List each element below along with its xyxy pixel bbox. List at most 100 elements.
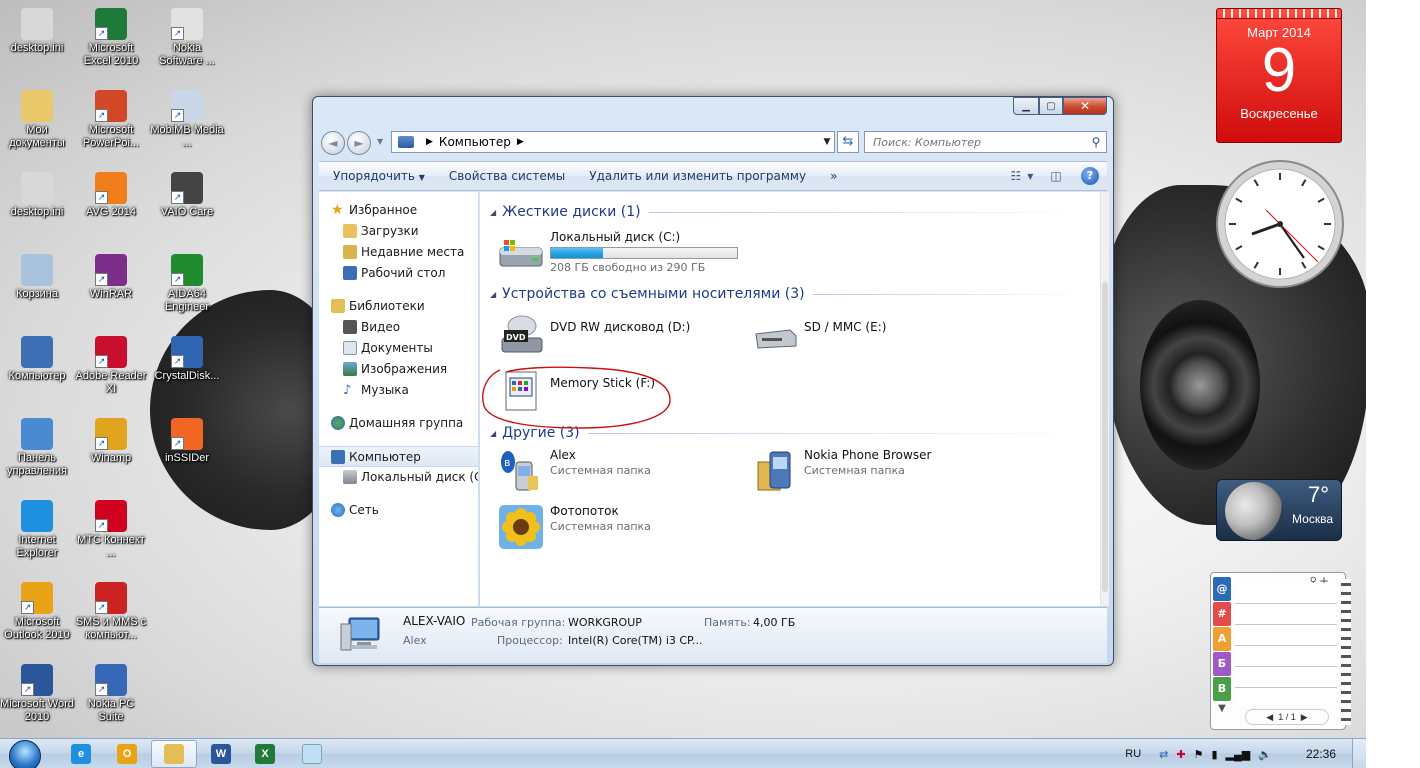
organize-menu[interactable]: Упорядочить ▼ <box>319 169 435 183</box>
desktop-shortcut[interactable]: WinRAR <box>74 254 148 301</box>
mts-connect-icon <box>95 500 127 532</box>
desktop-shortcut[interactable]: SMS и MMS с компьют... <box>74 582 148 642</box>
clock-time[interactable]: 22:36 <box>1306 747 1336 761</box>
close-button[interactable]: ✕ <box>1063 97 1107 115</box>
desktop-shortcut[interactable]: AVG 2014 <box>74 172 148 219</box>
search-input[interactable] <box>873 135 1086 149</box>
nav-images[interactable]: Изображения <box>319 359 478 380</box>
nav-desktop[interactable]: Рабочий стол <box>319 263 478 284</box>
desktop-shortcut[interactable]: Internet Explorer <box>0 500 74 560</box>
photostream-folder[interactable]: Фотопоток Системная папка <box>498 504 738 552</box>
notes-tab-b[interactable]: Б <box>1213 652 1231 676</box>
notes-tab-a[interactable]: А <box>1213 627 1231 651</box>
action-center-flag-icon[interactable]: ⚑ <box>1194 748 1204 761</box>
desktop-shortcut[interactable]: AIDA64 Engineer <box>150 254 224 314</box>
back-button[interactable]: ◄ <box>321 131 345 155</box>
desktop-shortcut[interactable]: МТС Коннект ... <box>74 500 148 560</box>
recent-pages-dropdown[interactable]: ▼ <box>377 137 383 146</box>
volume-icon[interactable]: 🔈 <box>1258 748 1272 761</box>
nav-homegroup[interactable]: Домашняя группа <box>319 413 478 434</box>
notes-pager[interactable]: ◀ 1 / 1 ▶ <box>1245 709 1329 725</box>
desktop-shortcut[interactable]: Мои документы <box>0 90 74 150</box>
address-bar[interactable]: ▶ Компьютер ▶ ▼ <box>391 131 835 153</box>
nav-computer[interactable]: Компьютер <box>319 446 478 467</box>
minimize-button[interactable]: ▁ <box>1013 97 1039 115</box>
desktop-shortcut[interactable]: VAIO Care <box>150 172 224 219</box>
desktop-shortcut[interactable]: Microsoft Word 2010 <box>0 664 74 724</box>
notes-lines[interactable] <box>1235 583 1337 703</box>
desktop-shortcut[interactable]: desktop.ini <box>0 8 74 55</box>
nav-network[interactable]: Сеть <box>319 500 478 521</box>
nav-favorites[interactable]: ★ Избранное <box>319 200 478 221</box>
taskbar-explorer[interactable] <box>151 740 197 768</box>
notes-tab-v[interactable]: В <box>1213 677 1231 701</box>
taskbar-ie[interactable]: e <box>58 740 104 768</box>
more-commands-button[interactable]: » <box>816 169 847 183</box>
nav-music[interactable]: ♪ Музыка <box>319 380 478 401</box>
alex-folder[interactable]: ʙ Alex Системная папка <box>498 448 738 496</box>
clock-gadget[interactable] <box>1214 158 1346 290</box>
notes-tab-hash[interactable]: # <box>1213 602 1231 626</box>
calendar-gadget[interactable]: Март 2014 9 Воскресенье <box>1216 8 1342 143</box>
desktop-shortcut[interactable]: Adobe Reader XI <box>74 336 148 396</box>
breadcrumb-computer[interactable]: Компьютер <box>439 135 511 149</box>
system-properties-button[interactable]: Свойства системы <box>435 169 575 183</box>
group-other[interactable]: ◢ Другие (3) <box>490 425 1090 441</box>
tray-app-icon[interactable]: ✚ <box>1176 748 1185 761</box>
nav-video[interactable]: Видео <box>319 317 478 338</box>
change-view-icon[interactable]: ☷ ▼ <box>1009 166 1035 186</box>
language-indicator[interactable]: RU <box>1125 748 1141 760</box>
group-hard-disks[interactable]: ◢ Жесткие диски (1) <box>490 204 1090 220</box>
memory-stick-f[interactable]: Memory Stick (F:) <box>498 368 738 416</box>
desktop-shortcut[interactable]: Nokia Software ... <box>150 8 224 68</box>
nav-computer-label: Компьютер <box>349 450 421 464</box>
maximize-button[interactable]: ▢ <box>1039 97 1063 115</box>
local-disk-c[interactable]: Локальный диск (C:) 208 ГБ свободно из 2… <box>498 230 758 278</box>
taskbar-notepad[interactable] <box>289 740 335 768</box>
desktop-shortcut[interactable]: Корзина <box>0 254 74 301</box>
forward-button[interactable]: ► <box>347 131 371 155</box>
notes-scroll-down-icon[interactable]: ▼ <box>1213 703 1231 714</box>
notes-gadget[interactable]: @ # А Б В ▼ ⚲ + ◀ 1 / 1 ▶ <box>1210 572 1351 730</box>
desktop-shortcut[interactable]: Microsoft PowerPoi... <box>74 90 148 150</box>
desktop-shortcut[interactable]: Nokia PC Suite <box>74 664 148 724</box>
nav-documents[interactable]: Документы <box>319 338 478 359</box>
tray-network-share-icon[interactable]: ⇄ <box>1159 748 1168 761</box>
refresh-button[interactable]: ⇆ <box>837 131 859 153</box>
scrollbar-thumb[interactable] <box>1102 282 1108 592</box>
dvd-drive-d[interactable]: DVD DVD RW дисковод (D:) <box>498 312 738 360</box>
desktop-shortcut[interactable]: Компьютер <box>0 336 74 383</box>
preview-pane-icon[interactable]: ◫ <box>1043 166 1069 186</box>
nav-recent-places[interactable]: Недавние места <box>319 242 478 263</box>
breadcrumb-chevron-icon[interactable]: ▶ <box>517 137 524 147</box>
start-button[interactable] <box>6 739 46 768</box>
breadcrumb-separator-icon[interactable]: ▶ <box>426 137 433 147</box>
desktop-shortcut[interactable]: Microsoft Excel 2010 <box>74 8 148 68</box>
taskbar-excel[interactable]: X <box>242 740 288 768</box>
show-desktop-button[interactable] <box>1352 739 1366 768</box>
nav-downloads[interactable]: Загрузки <box>319 221 478 242</box>
sd-mmc-e[interactable]: SD / MMC (E:) <box>752 312 992 360</box>
nav-local-disk[interactable]: Локальный диск (C <box>319 467 478 488</box>
notes-tab-at[interactable]: @ <box>1213 577 1231 601</box>
desktop-shortcut[interactable]: inSSIDer <box>150 418 224 465</box>
desktop-shortcut[interactable]: desktop.ini <box>0 172 74 219</box>
nokia-phone-browser[interactable]: Nokia Phone Browser Системная папка <box>752 448 992 496</box>
desktop-shortcut[interactable]: CrystalDisk... <box>150 336 224 383</box>
desktop-shortcut[interactable]: MobiMB Media ... <box>150 90 224 150</box>
help-button[interactable]: ? <box>1077 166 1103 186</box>
desktop-shortcut[interactable]: Панель управления <box>0 418 74 478</box>
group-removable[interactable]: ◢ Устройства со съемными носителями (3) <box>490 286 1090 302</box>
taskbar-word[interactable]: W <box>198 740 244 768</box>
address-dropdown-icon[interactable]: ▼ <box>820 137 834 147</box>
uninstall-program-button[interactable]: Удалить или изменить программу <box>575 169 816 183</box>
nav-libraries[interactable]: Библиотеки <box>319 296 478 317</box>
desktop-shortcut[interactable]: Winamp <box>74 418 148 465</box>
power-icon[interactable]: ▮ <box>1211 748 1217 761</box>
weather-gadget[interactable]: 7° Москва <box>1216 479 1342 541</box>
search-icon[interactable]: ⚲ <box>1086 135 1106 149</box>
desktop-shortcut[interactable]: Microsoft Outlook 2010 <box>0 582 74 642</box>
content-scrollbar[interactable] <box>1100 192 1109 606</box>
signal-strength-icon[interactable]: ▂▄▆ <box>1226 748 1251 761</box>
taskbar-outlook[interactable]: O <box>104 740 150 768</box>
